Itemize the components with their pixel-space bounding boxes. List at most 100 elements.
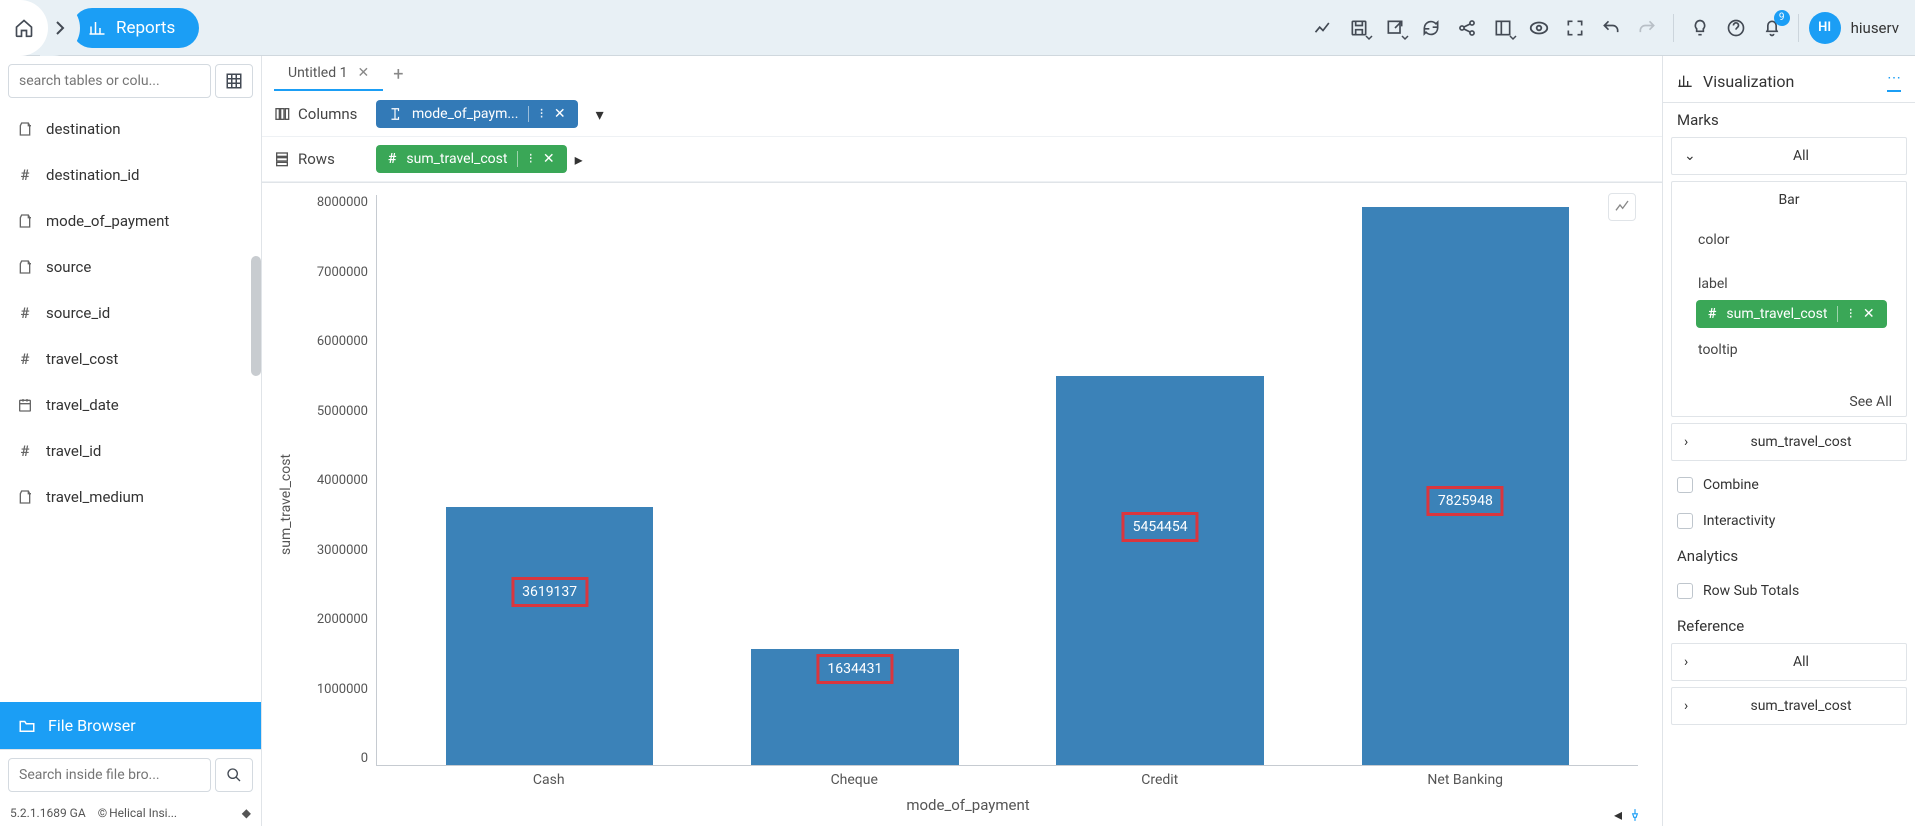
chart-menu-caret[interactable]: ◂ [1614,805,1622,824]
bar[interactable]: 3619137 [446,507,654,765]
hash-icon: # [16,442,34,460]
field-item[interactable]: #travel_cost [0,336,261,382]
bar-value-label: 7825948 [1427,486,1504,516]
table-view-button[interactable] [215,64,253,98]
chart-icon [88,19,106,37]
search-input[interactable] [8,64,211,98]
pill-dropdown-icon[interactable]: ⁝ [1848,306,1852,322]
user-name[interactable]: hiuserv [1851,19,1899,37]
file-search-button[interactable] [215,758,253,792]
row-pill[interactable]: # sum_travel_cost ⁝ ✕ [376,145,567,173]
columns-shelf[interactable]: Columns mode_of_paym... ⁝ ✕ ▾ [262,92,1662,137]
share-icon[interactable] [1451,12,1483,44]
pill-dropdown-icon[interactable]: ⁝ [539,106,543,122]
undo-icon[interactable] [1595,12,1627,44]
column-pill-label: mode_of_paym... [412,106,518,122]
bar[interactable]: 5454454 [1056,376,1264,765]
top-bar: Reports 9 HI hiuserv [0,0,1915,56]
field-label: travel_cost [46,350,118,368]
interactivity-checkbox[interactable] [1677,513,1693,529]
row-subtotals-row[interactable]: Row Sub Totals [1663,573,1915,609]
reference-label: Reference [1663,609,1915,643]
visualization-title: Visualization [1703,72,1877,91]
field-item[interactable]: destination [0,106,261,152]
bar[interactable]: 7825948 [1362,207,1570,765]
pill-remove-icon[interactable]: ✕ [554,106,566,122]
notification-badge: 9 [1774,10,1790,26]
field-item[interactable]: #source_id [0,290,261,336]
reports-tab[interactable]: Reports [72,8,199,48]
panel-more-icon[interactable]: ⋯ [1887,70,1901,92]
label-pill[interactable]: # sum_travel_cost ⁝ ✕ [1696,300,1887,328]
help-icon[interactable] [1720,12,1752,44]
fullscreen-icon[interactable] [1559,12,1591,44]
bar-value-label: 3619137 [511,577,588,607]
field-label: source [46,258,91,276]
chevron-right-icon: › [1684,654,1698,670]
search-icon [226,767,242,783]
line-chart-icon[interactable] [1307,12,1339,44]
file-browser-button[interactable]: File Browser [0,702,261,749]
y-tick: 2000000 [317,612,368,627]
refresh-icon[interactable] [1415,12,1447,44]
eye-icon[interactable] [1523,12,1555,44]
redo-icon[interactable] [1631,12,1663,44]
shelf-caret-icon[interactable]: ▸ [575,150,583,169]
notification-icon[interactable]: 9 [1756,12,1788,44]
pill-remove-icon[interactable]: ✕ [543,151,555,167]
row-subtotals-checkbox[interactable] [1677,583,1693,599]
export-icon[interactable] [1379,12,1411,44]
field-item[interactable]: travel_medium [0,474,261,520]
add-tab-button[interactable]: + [383,58,413,91]
field-label: travel_medium [46,488,144,506]
shelf-caret-icon[interactable]: ▾ [596,105,604,124]
avatar[interactable]: HI [1809,12,1841,44]
file-search-input[interactable] [8,758,211,792]
tooltip-label: tooltip [1684,336,1894,362]
pill-remove-icon[interactable]: ✕ [1863,306,1875,322]
field-item[interactable]: #travel_id [0,428,261,474]
marks-all-row[interactable]: ⌄ All [1672,138,1906,174]
field-item[interactable]: mode_of_payment [0,198,261,244]
hash-icon: # [16,304,34,322]
field-label: destination [46,120,121,138]
y-tick: 6000000 [317,334,368,349]
x-tick: Cash [396,772,702,788]
reports-label: Reports [116,18,175,38]
pin-icon[interactable] [1628,808,1642,822]
plot-region[interactable]: 3619137 1634431 5454454 7825948 [376,195,1638,766]
interactivity-row[interactable]: Interactivity [1663,503,1915,539]
x-tick: Net Banking [1313,772,1619,788]
workspace: Untitled 1 ✕ + Columns mode_of_paym... ⁝ [262,56,1663,826]
marks-label: Marks [1663,103,1915,137]
tab-title: Untitled 1 [288,65,347,81]
chevron-right-icon: › [1684,434,1698,450]
y-tick: 7000000 [317,265,368,280]
field-item[interactable]: #destination_id [0,152,261,198]
rows-shelf[interactable]: Rows # sum_travel_cost ⁝ ✕ ▸ [262,137,1662,182]
see-all-link[interactable]: See All [1672,388,1906,416]
worksheet-tab[interactable]: Untitled 1 ✕ [274,57,383,91]
scrollbar-thumb[interactable] [251,256,261,376]
reference-sum-row[interactable]: › sum_travel_cost [1672,688,1906,724]
reference-all-row[interactable]: › All [1672,644,1906,680]
reference-all-label: All [1708,654,1894,670]
save-icon[interactable] [1343,12,1375,44]
bar[interactable]: 1634431 [751,649,959,765]
field-item[interactable]: source [0,244,261,290]
field-label: travel_date [46,396,119,414]
idea-icon[interactable] [1684,12,1716,44]
sum-travel-row[interactable]: › sum_travel_cost [1672,424,1906,460]
combine-checkbox[interactable] [1677,477,1693,493]
chart-type-row[interactable]: Bar [1672,182,1906,218]
layout-icon[interactable] [1487,12,1519,44]
chart-icon [1677,73,1693,89]
close-tab-icon[interactable]: ✕ [357,65,369,81]
pill-dropdown-icon[interactable]: ⁝ [528,151,532,167]
combine-row[interactable]: Combine [1663,467,1915,503]
chevron-down-icon: ⌄ [1684,148,1698,164]
column-pill[interactable]: mode_of_paym... ⁝ ✕ [376,100,578,128]
y-tick: 5000000 [317,404,368,419]
field-item[interactable]: travel_date [0,382,261,428]
rows-icon [274,151,290,167]
